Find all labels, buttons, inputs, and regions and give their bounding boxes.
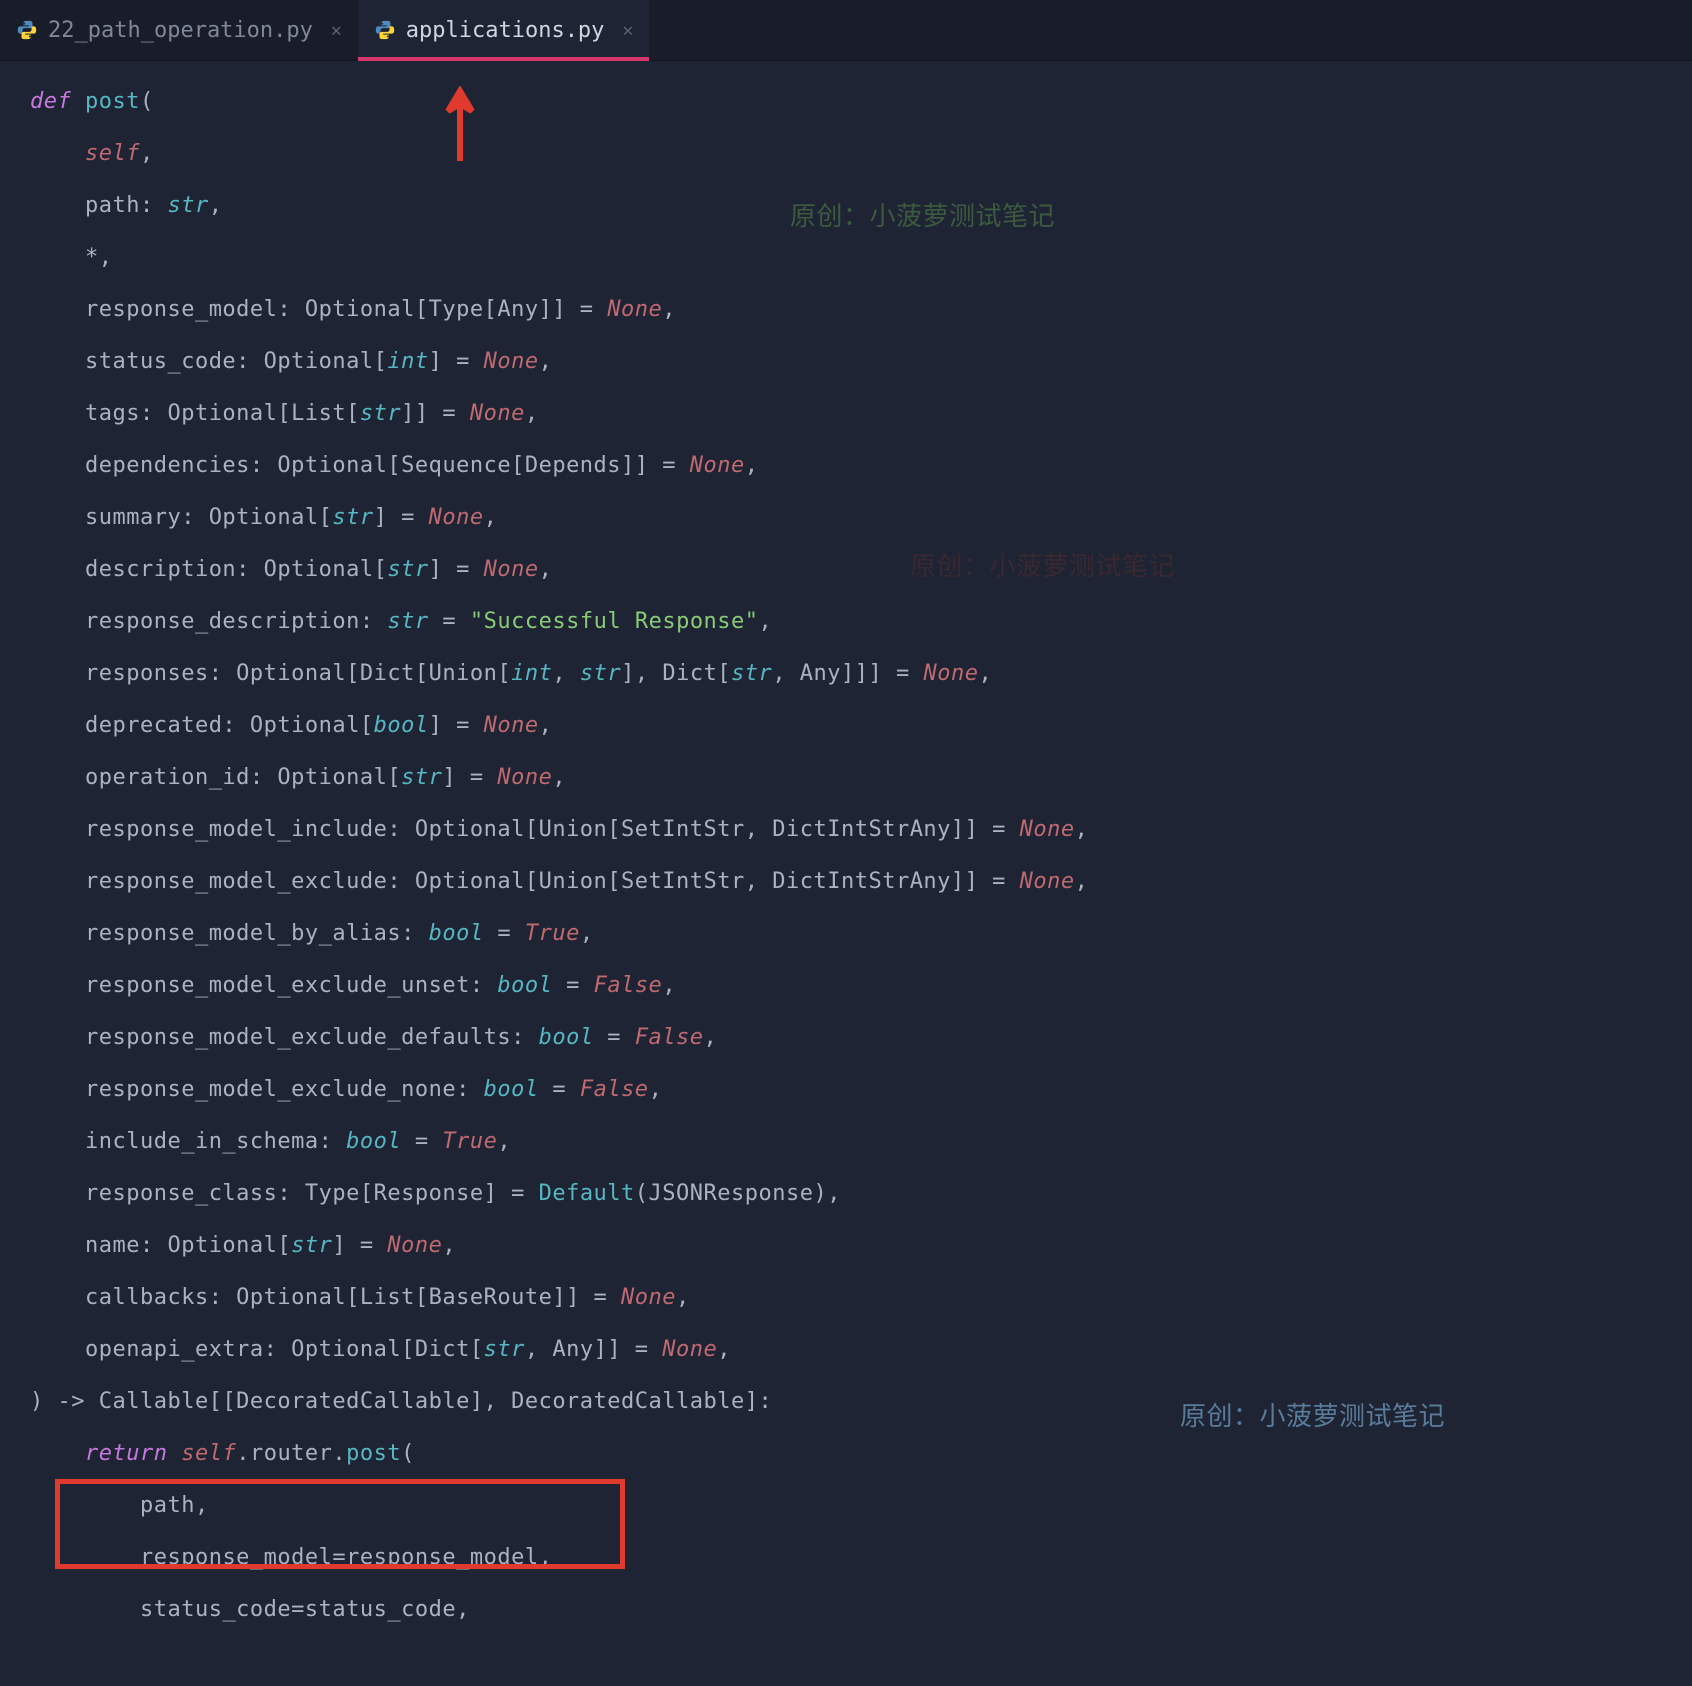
code-line: deprecated: Optional[bool] = None, <box>30 700 1692 752</box>
close-icon[interactable]: ✕ <box>622 20 633 41</box>
code-line: dependencies: Optional[Sequence[Depends]… <box>30 440 1692 492</box>
code-line: return self.router.post( <box>30 1428 1692 1480</box>
code-editor[interactable]: 原创：小菠萝测试笔记 原创：小菠萝测试笔记 原创：小菠萝测试笔记 def pos… <box>0 61 1692 1636</box>
tab-active[interactable]: applications.py ✕ <box>358 0 650 60</box>
code-line: name: Optional[str] = None, <box>30 1220 1692 1272</box>
close-icon[interactable]: ✕ <box>331 20 342 41</box>
tab-bar: 22_path_operation.py ✕ applications.py ✕ <box>0 0 1692 61</box>
code-line: description: Optional[str] = None, <box>30 544 1692 596</box>
code-line: summary: Optional[str] = None, <box>30 492 1692 544</box>
code-line: responses: Optional[Dict[Union[int, str]… <box>30 648 1692 700</box>
code-line: response_model_exclude_none: bool = Fals… <box>30 1064 1692 1116</box>
code-line: response_description: str = "Successful … <box>30 596 1692 648</box>
code-line: tags: Optional[List[str]] = None, <box>30 388 1692 440</box>
code-line: self, <box>30 128 1692 180</box>
code-line: def post( <box>30 76 1692 128</box>
code-line: path, <box>30 1480 1692 1532</box>
tab-label: 22_path_operation.py <box>48 18 313 43</box>
code-line: response_model_exclude_defaults: bool = … <box>30 1012 1692 1064</box>
code-line: include_in_schema: bool = True, <box>30 1116 1692 1168</box>
code-line: openapi_extra: Optional[Dict[str, Any]] … <box>30 1324 1692 1376</box>
code-line: callbacks: Optional[List[BaseRoute]] = N… <box>30 1272 1692 1324</box>
code-line: operation_id: Optional[str] = None, <box>30 752 1692 804</box>
tab-inactive[interactable]: 22_path_operation.py ✕ <box>0 0 358 60</box>
python-icon <box>16 19 38 41</box>
code-line: status_code=status_code, <box>30 1584 1692 1636</box>
code-line: response_model_exclude_unset: bool = Fal… <box>30 960 1692 1012</box>
code-line: path: str, <box>30 180 1692 232</box>
code-line: status_code: Optional[int] = None, <box>30 336 1692 388</box>
python-icon <box>374 19 396 41</box>
code-line: response_model=response_model, <box>30 1532 1692 1584</box>
code-line: response_class: Type[Response] = Default… <box>30 1168 1692 1220</box>
code-line: response_model: Optional[Type[Any]] = No… <box>30 284 1692 336</box>
tab-label: applications.py <box>406 18 605 43</box>
code-line: response_model_exclude: Optional[Union[S… <box>30 856 1692 908</box>
code-line: ) -> Callable[[DecoratedCallable], Decor… <box>30 1376 1692 1428</box>
code-line: response_model_by_alias: bool = True, <box>30 908 1692 960</box>
code-line: *, <box>30 232 1692 284</box>
code-line: response_model_include: Optional[Union[S… <box>30 804 1692 856</box>
